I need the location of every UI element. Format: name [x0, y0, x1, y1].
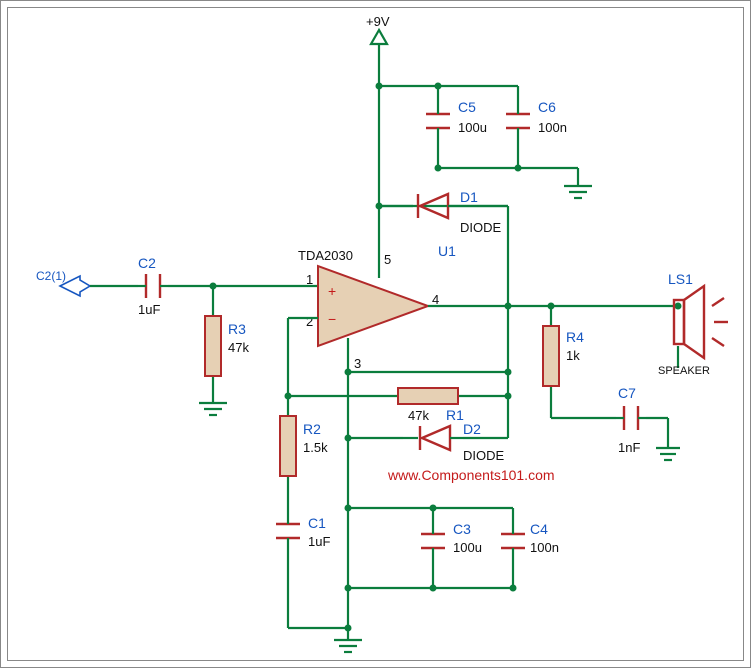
- label-speaker: SPEAKER: [658, 365, 710, 377]
- label-ls1: LS1: [668, 271, 693, 287]
- pin5-label: 5: [384, 252, 391, 267]
- res-r1: [398, 388, 458, 404]
- pin4-label: 4: [432, 292, 439, 307]
- cap-c4: [501, 528, 525, 556]
- label-power: +9V: [366, 14, 390, 29]
- label-c1-name: C1: [308, 515, 326, 531]
- pin1-label: 1: [306, 272, 313, 287]
- cap-c3: [421, 528, 445, 556]
- label-url: www.Components101.com: [387, 467, 555, 483]
- cap-c7: [616, 406, 646, 430]
- schematic-inner-border: +9V 5 C2(1) 1 2 4 + − 3: [7, 7, 744, 661]
- label-c4-name: C4: [530, 521, 548, 537]
- label-c7-name: C7: [618, 385, 636, 401]
- opamp-minus: −: [328, 311, 336, 327]
- label-c3-val: 100u: [453, 540, 482, 555]
- label-c6-name: C6: [538, 99, 556, 115]
- label-d2-name: D2: [463, 421, 481, 437]
- label-d1-name: D1: [460, 189, 478, 205]
- label-r1-name: R1: [446, 407, 464, 423]
- pin3-label: 3: [354, 356, 361, 371]
- schematic-frame: +9V 5 C2(1) 1 2 4 + − 3: [0, 0, 751, 668]
- circuit-svg: +9V 5 C2(1) 1 2 4 + − 3: [8, 8, 745, 662]
- label-c7-val: 1nF: [618, 440, 640, 455]
- res-r2: [280, 416, 296, 476]
- label-c1-val: 1uF: [308, 534, 330, 549]
- power-arrow: [371, 30, 387, 44]
- pin2-label: 2: [306, 314, 313, 329]
- cap-c5: [426, 108, 450, 136]
- label-r3-val: 47k: [228, 340, 249, 355]
- label-r4-val: 1k: [566, 348, 580, 363]
- res-r4: [543, 326, 559, 386]
- opamp-body: [318, 266, 428, 346]
- label-c5-name: C5: [458, 99, 476, 115]
- label-r2-val: 1.5k: [303, 440, 328, 455]
- label-c2-val: 1uF: [138, 302, 160, 317]
- label-r3-name: R3: [228, 321, 246, 337]
- cap-c1: [276, 518, 300, 548]
- label-tda2030: TDA2030: [298, 248, 353, 263]
- label-c4-val: 100n: [530, 540, 559, 555]
- cap-c6: [506, 108, 530, 136]
- label-c2-name: C2: [138, 255, 156, 271]
- label-c2-1: C2(1): [36, 269, 66, 283]
- label-r2-name: R2: [303, 421, 321, 437]
- speaker-icon: [674, 286, 728, 358]
- label-c6-val: 100n: [538, 120, 567, 135]
- label-r4-name: R4: [566, 329, 584, 345]
- label-r1-val: 47k: [408, 408, 429, 423]
- res-r3: [205, 316, 221, 376]
- cap-c2: [138, 274, 168, 298]
- diode-d2: [403, 426, 463, 450]
- label-d1-val: DIODE: [460, 220, 502, 235]
- opamp-plus: +: [328, 283, 336, 299]
- label-c3-name: C3: [453, 521, 471, 537]
- label-d2-val: DIODE: [463, 448, 505, 463]
- label-c5-val: 100u: [458, 120, 487, 135]
- label-u1: U1: [438, 243, 456, 259]
